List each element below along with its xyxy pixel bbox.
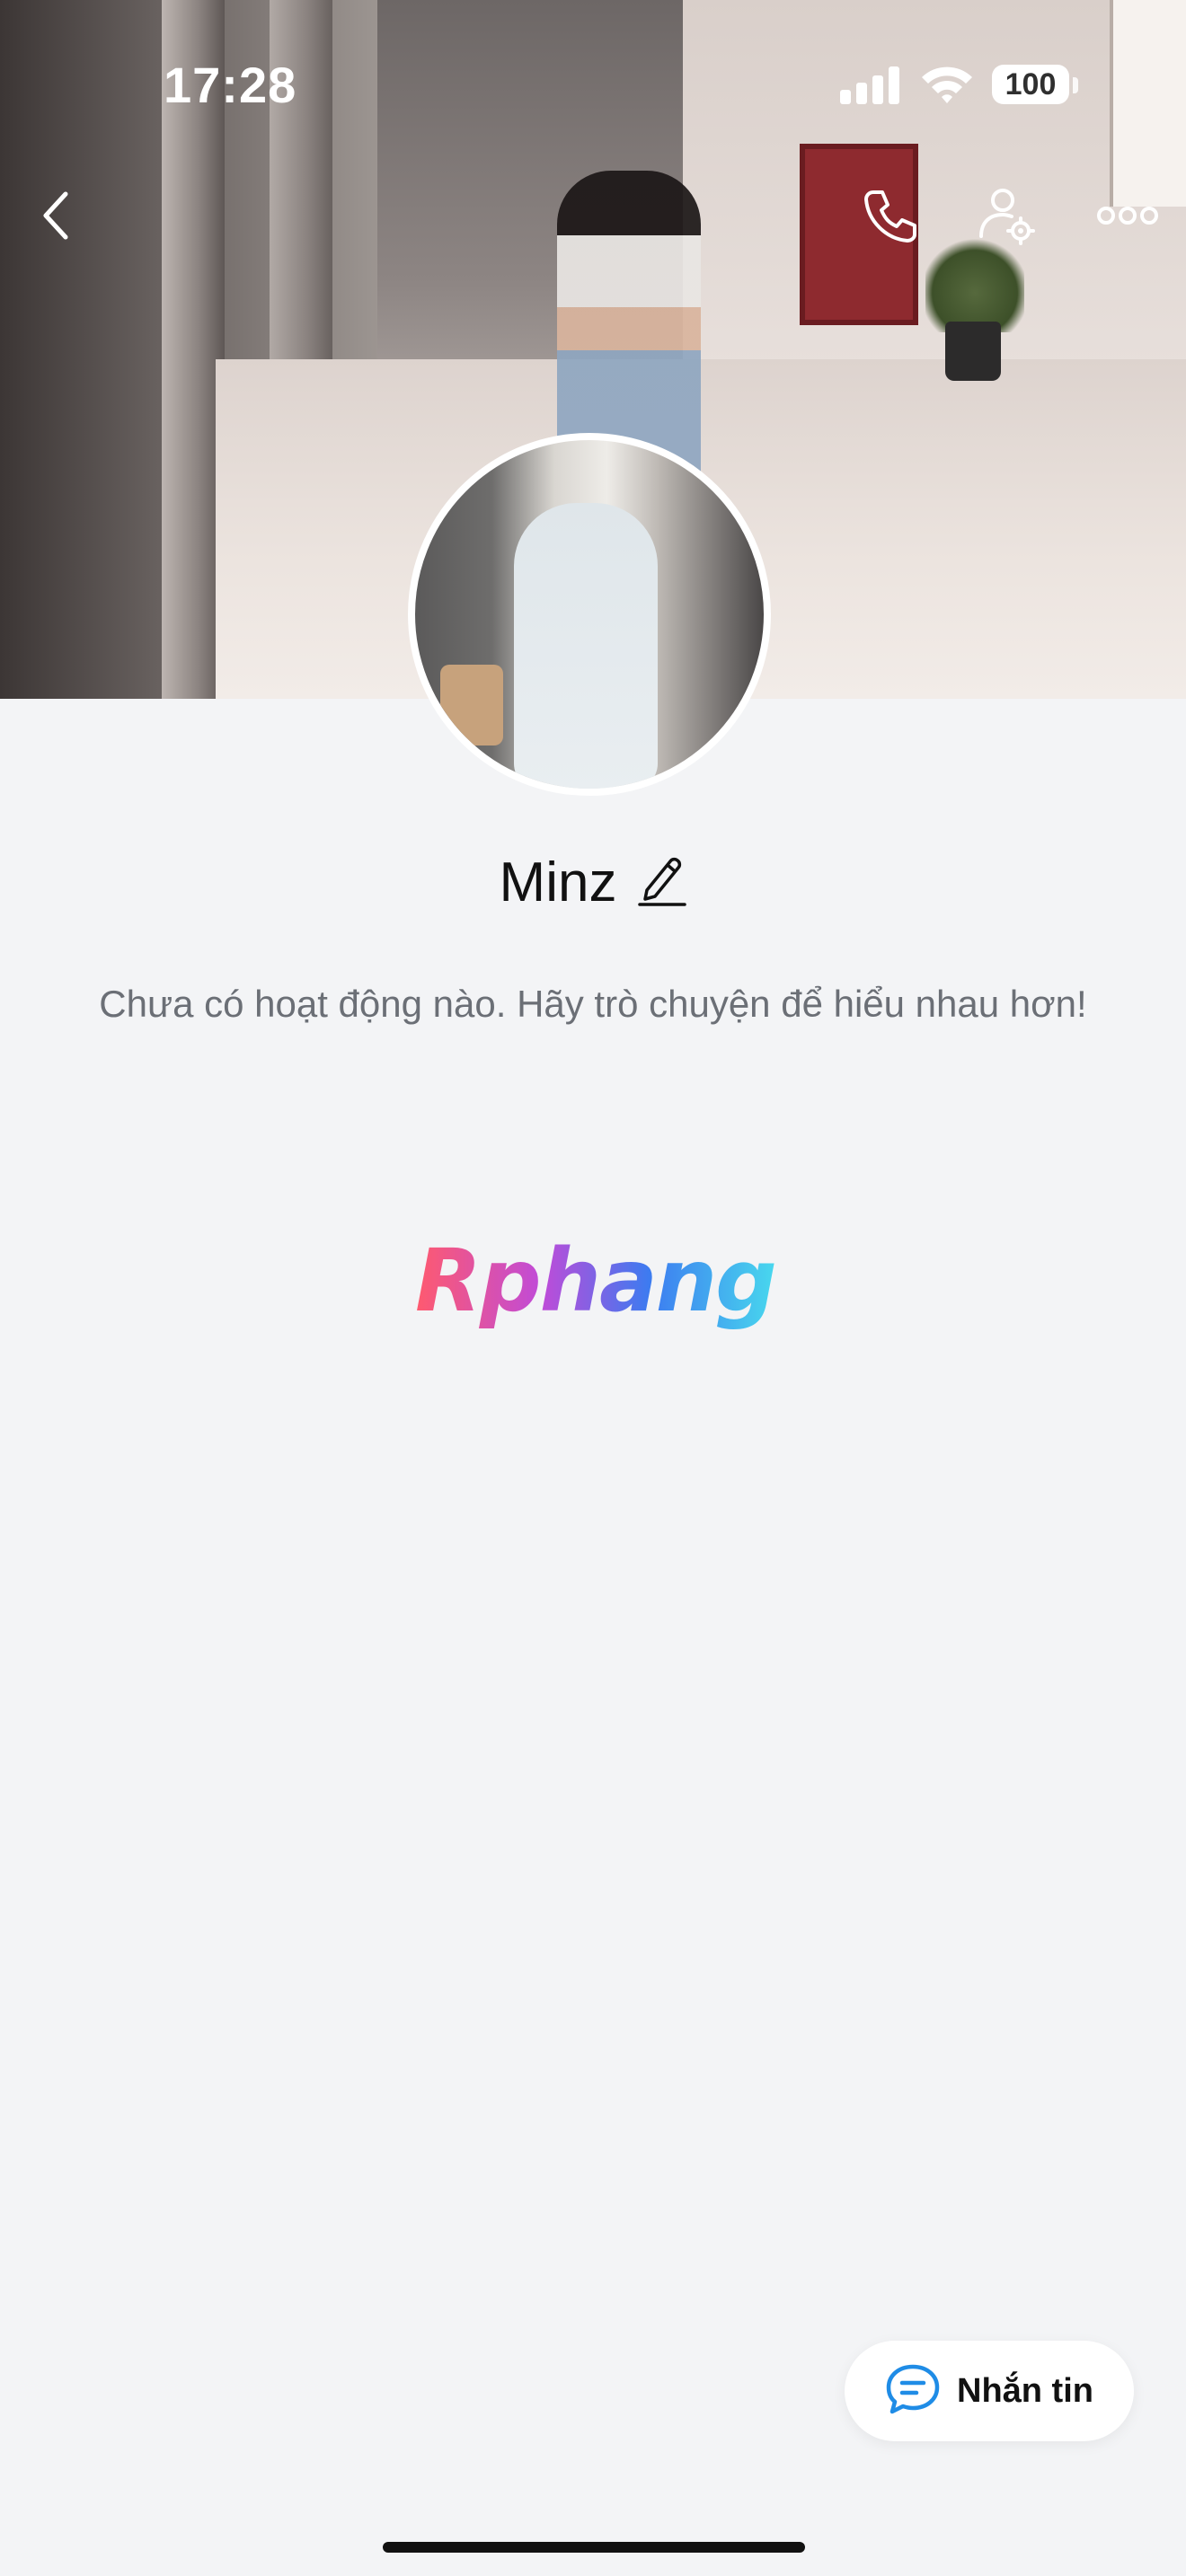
back-button[interactable] [27,180,84,251]
chat-bubble-icon [885,2363,941,2420]
cover-photo-plant-pot [945,322,1001,381]
avatar-bag [440,665,503,745]
more-options-button[interactable] [1087,180,1168,251]
pencil-icon [638,854,687,911]
status-time: 17:28 [164,57,297,113]
profile-name-row: Minz [0,846,1186,918]
watermark-logo: Rphang [415,1231,777,1331]
cellular-signal-icon [840,66,901,104]
edit-name-button[interactable] [638,854,687,911]
empty-activity-text: Chưa có hoạt động nào. Hãy trò chuyện để… [99,983,1087,1025]
user-gear-icon [978,186,1035,245]
avatar[interactable] [408,433,771,796]
phone-icon [861,187,918,244]
status-bar: 17:28 100 [0,0,1186,171]
profile-name: Minz [499,851,617,913]
battery-indicator: 100 [992,65,1069,104]
call-button[interactable] [854,180,925,251]
send-message-label: Nhắn tin [957,2371,1093,2410]
chevron-left-icon [40,190,71,241]
profile-settings-button[interactable] [970,180,1042,251]
avatar-figure [514,503,658,789]
home-indicator[interactable] [383,2542,805,2553]
send-message-button[interactable]: Nhắn tin [845,2341,1134,2441]
battery-cap [1073,77,1078,93]
wifi-icon [918,63,976,106]
more-dots-icon [1096,206,1159,225]
